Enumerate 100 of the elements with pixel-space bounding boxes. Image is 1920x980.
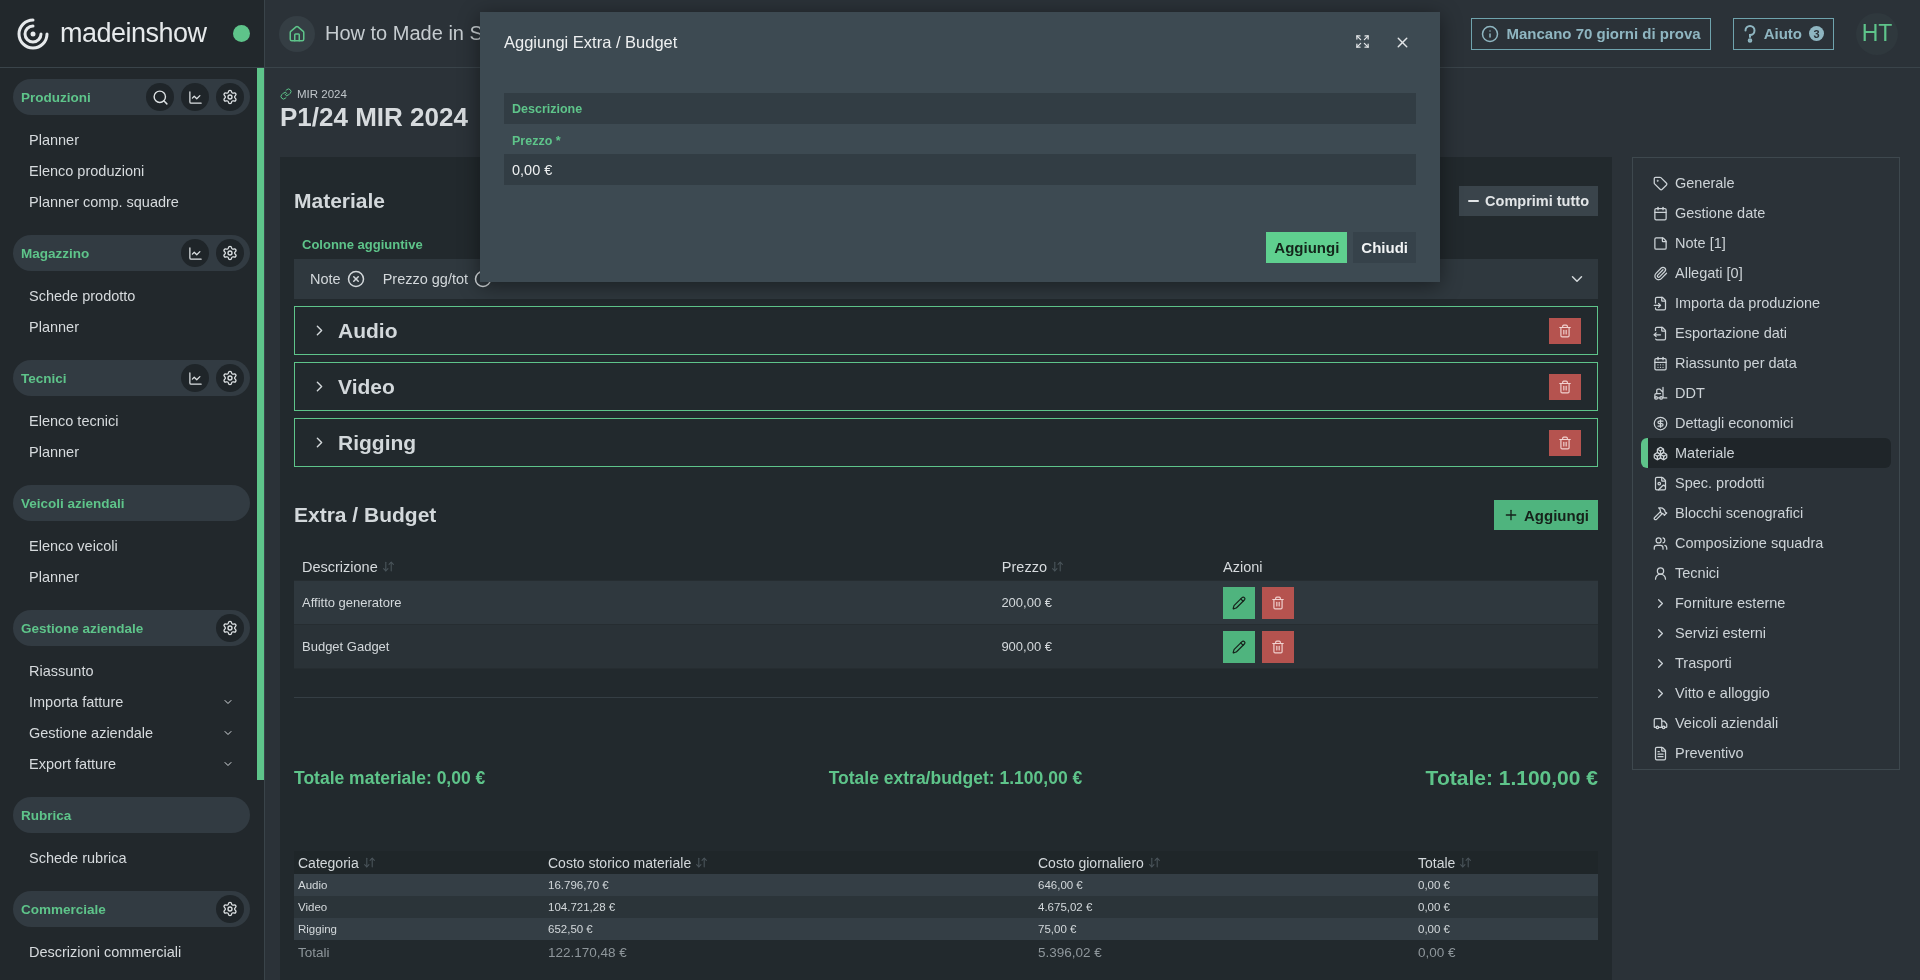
nav-label: Spec. prodotti bbox=[1675, 475, 1765, 491]
sidebar-section[interactable]: Veicoli aziendali bbox=[13, 485, 250, 521]
nav-item[interactable]: DDT bbox=[1641, 378, 1891, 408]
nav-item[interactable]: Tecnici bbox=[1641, 558, 1891, 588]
table-cell-text: 0,00 € bbox=[1417, 923, 1451, 935]
sidebar-item[interactable]: Planner bbox=[13, 436, 250, 467]
nav-label: Veicoli aziendali bbox=[1675, 715, 1779, 731]
home-button[interactable] bbox=[279, 15, 315, 52]
delete-button[interactable] bbox=[1262, 586, 1294, 619]
section-title: Extra / Budget bbox=[294, 503, 437, 527]
nav-item[interactable]: Generale bbox=[1641, 168, 1891, 198]
nav-item[interactable]: Trasporti bbox=[1641, 648, 1891, 678]
nav-item[interactable]: Servizi esterni bbox=[1641, 618, 1891, 648]
hammer-icon bbox=[1653, 505, 1668, 521]
description-field[interactable]: Descrizione bbox=[504, 93, 1416, 124]
search-button[interactable] bbox=[146, 83, 174, 111]
nav-item[interactable]: Esportazione dati bbox=[1641, 318, 1891, 348]
nav-item[interactable]: Allegati [0] bbox=[1641, 258, 1891, 288]
user-icon bbox=[1653, 565, 1668, 581]
nav-item[interactable]: Gestione date bbox=[1641, 198, 1891, 228]
info-icon bbox=[1481, 24, 1500, 43]
sidebar-item[interactable]: Schede rubrica bbox=[13, 842, 250, 873]
sidebar-item[interactable]: Elenco veicoli bbox=[13, 530, 250, 561]
chart-icon bbox=[187, 245, 203, 261]
edit-button[interactable] bbox=[1223, 630, 1255, 663]
sidebar-item[interactable]: Importa fatture bbox=[13, 686, 250, 717]
remove-icon[interactable] bbox=[346, 270, 365, 288]
delete-button[interactable] bbox=[1549, 429, 1581, 456]
total-cell-text: 122.170,48 € bbox=[547, 944, 628, 960]
sidebar-item[interactable]: Planner bbox=[13, 311, 250, 342]
sidebar-section[interactable]: Rubrica bbox=[13, 797, 250, 833]
chart-button[interactable] bbox=[181, 83, 209, 111]
nav-item[interactable]: Materiale bbox=[1641, 438, 1891, 468]
expand-icon[interactable] bbox=[1355, 33, 1370, 49]
add-button[interactable]: Aggiungi bbox=[1494, 500, 1598, 530]
nav-item[interactable]: Preventivo bbox=[1641, 738, 1891, 768]
sidebar-section[interactable]: Produzioni bbox=[13, 79, 250, 115]
submit-button[interactable]: Aggiungi bbox=[1266, 232, 1348, 263]
section-title: Materiale bbox=[294, 189, 386, 213]
sidebar-section[interactable]: Gestione aziendale bbox=[13, 610, 250, 646]
table-cell-text: Video bbox=[297, 901, 329, 913]
scrollbar-thumb[interactable] bbox=[257, 68, 264, 780]
sidebar-item[interactable]: Elenco produzioni bbox=[13, 155, 250, 186]
settings-button[interactable] bbox=[216, 239, 244, 267]
edit-button[interactable] bbox=[1223, 586, 1255, 619]
column-header: Categoria bbox=[294, 854, 544, 871]
nav-item[interactable]: Note [1] bbox=[1641, 228, 1891, 258]
delete-button[interactable] bbox=[1262, 630, 1294, 663]
chart-button[interactable] bbox=[181, 364, 209, 392]
section-title: Gestione aziendale bbox=[21, 620, 144, 636]
sidebar-item[interactable]: Planner bbox=[13, 561, 250, 592]
nav-item[interactable]: Composizione squadra bbox=[1641, 528, 1891, 558]
sidebar-section[interactable]: Tecnici bbox=[13, 360, 250, 396]
sidebar-item[interactable]: Planner comp. squadre bbox=[13, 186, 250, 217]
sidebar-section[interactable]: Magazzino bbox=[13, 235, 250, 271]
category-group[interactable]: Rigging bbox=[294, 418, 1598, 467]
nav-item[interactable]: Forniture esterne bbox=[1641, 588, 1891, 618]
table-cell-text: 75,00 € bbox=[1037, 923, 1078, 935]
close-button[interactable]: Chiudi bbox=[1353, 232, 1416, 263]
help-button[interactable]: Aiuto 3 bbox=[1732, 17, 1834, 50]
table-cell-text: Affitto generatore bbox=[301, 595, 403, 610]
category-group[interactable]: Audio bbox=[294, 306, 1598, 355]
settings-button[interactable] bbox=[216, 895, 244, 923]
nav-item[interactable]: Riassunto per data bbox=[1641, 348, 1891, 378]
nav-label: DDT bbox=[1675, 385, 1705, 401]
nav-item[interactable]: Blocchi scenografici bbox=[1641, 498, 1891, 528]
file-import-icon bbox=[1653, 295, 1668, 311]
forklift-icon bbox=[1653, 385, 1668, 401]
chart-button[interactable] bbox=[181, 239, 209, 267]
sidebar-item[interactable]: Planner bbox=[13, 124, 250, 155]
nav-item[interactable]: Spec. prodotti bbox=[1641, 468, 1891, 498]
settings-button[interactable] bbox=[216, 364, 244, 392]
nav-item[interactable]: Vitto e alloggio bbox=[1641, 678, 1891, 708]
category-group[interactable]: Video bbox=[294, 362, 1598, 411]
settings-button[interactable] bbox=[216, 83, 244, 111]
nav-label: Composizione squadra bbox=[1675, 535, 1824, 551]
sidebar-item[interactable]: Descrizioni commerciali bbox=[13, 936, 250, 967]
column-label: Prezzo gg/tot bbox=[382, 271, 469, 287]
nav-item[interactable]: Importa da produzione bbox=[1641, 288, 1891, 318]
file-export-icon bbox=[1653, 325, 1668, 341]
sidebar-section[interactable]: Commerciale bbox=[13, 891, 250, 927]
nav-item[interactable]: Dettagli economici bbox=[1641, 408, 1891, 438]
settings-button[interactable] bbox=[216, 614, 244, 642]
sidebar-item[interactable]: Elenco tecnici bbox=[13, 405, 250, 436]
trial-button[interactable]: Mancano 70 giorni di prova bbox=[1471, 17, 1711, 50]
price-field[interactable]: 0,00 € bbox=[504, 154, 1416, 185]
sidebar-item[interactable]: Export fatture bbox=[13, 748, 250, 779]
delete-button[interactable] bbox=[1549, 317, 1581, 344]
table-cell-text: 0,00 € bbox=[1417, 879, 1451, 891]
section-title: Commerciale bbox=[21, 901, 106, 917]
nav-item[interactable]: Veicoli aziendali bbox=[1641, 708, 1891, 738]
user-avatar[interactable]: HT bbox=[1856, 12, 1898, 55]
sidebar-item[interactable]: Riassunto bbox=[13, 655, 250, 686]
sidebar-item[interactable]: Schede prodotto bbox=[13, 280, 250, 311]
sidebar-item[interactable]: Gestione aziendale bbox=[13, 717, 250, 748]
table-cell-text: 646,00 € bbox=[1037, 879, 1084, 891]
nav-label: Vitto e alloggio bbox=[1675, 685, 1770, 701]
trash-icon bbox=[1271, 595, 1285, 610]
delete-button[interactable] bbox=[1549, 373, 1581, 400]
collapse-all-button[interactable]: Comprimi tutto bbox=[1459, 186, 1598, 216]
